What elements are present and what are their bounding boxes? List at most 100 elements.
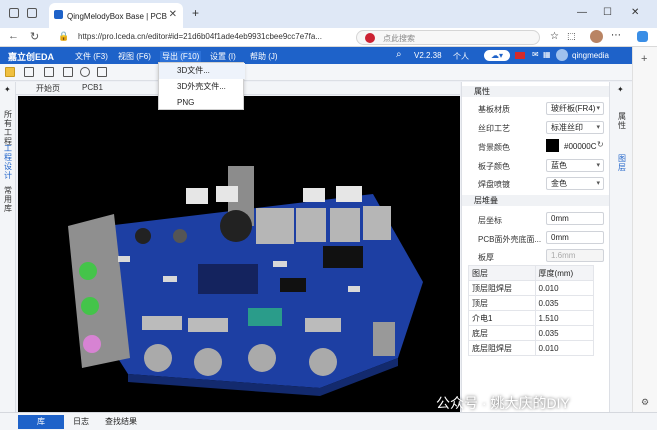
browser-search-input[interactable]: 点此搜索	[356, 30, 540, 45]
chevron-down-icon: ▾	[596, 124, 600, 131]
pcb-3d-viewport[interactable]	[18, 96, 460, 412]
maximize-icon[interactable]: ☐	[603, 7, 612, 18]
personal-dropdown[interactable]: 个人	[453, 51, 469, 62]
section-properties[interactable]: 属性	[462, 86, 610, 97]
refresh-icon[interactable]: ↻	[30, 30, 39, 43]
app-logo: 嘉立创EDA	[8, 52, 55, 62]
tab-favicon-icon	[54, 10, 63, 19]
search-engine-icon	[365, 33, 375, 43]
field-label: 板子颜色	[478, 162, 510, 171]
back-icon[interactable]: ←	[8, 30, 19, 42]
chevron-down-icon: ▾	[596, 162, 600, 169]
tab-title: QingMelodyBox Base | PCB1 | 嘉立	[67, 12, 167, 21]
export-3d-shell-file[interactable]: 3D外壳文件...	[159, 79, 245, 95]
menu-file[interactable]: 文件 (F3)	[75, 51, 108, 62]
field-label: 层坐标	[478, 216, 502, 225]
menu-help[interactable]: 帮助 (J)	[250, 51, 278, 62]
background-color-swatch[interactable]	[546, 139, 559, 152]
new-tab-icon[interactable]: +	[192, 6, 199, 20]
section-stack[interactable]: 层堆叠	[462, 195, 610, 206]
export-dropdown: 3D文件... 3D外壳文件... PNG	[158, 62, 245, 111]
silkscreen-select[interactable]: 标准丝印 ▾	[546, 121, 604, 134]
user-avatar[interactable]	[556, 49, 568, 61]
background-color-value[interactable]: #00000C	[564, 142, 596, 151]
table-row: 底层阻焊层 0.010	[468, 340, 595, 356]
close-window-icon[interactable]: ✕	[631, 7, 639, 18]
settings-icon[interactable]	[80, 67, 90, 77]
search-placeholder: 点此搜索	[383, 34, 415, 43]
browser-sidebar: + ⚙	[632, 47, 657, 412]
table-header-row: 图层 厚度(mm)	[468, 265, 595, 281]
export-png[interactable]: PNG	[159, 95, 245, 111]
menu-export[interactable]: 导出 (F10)	[160, 51, 202, 62]
table-header: 图层	[468, 265, 536, 281]
search-icon[interactable]: ⌕	[396, 49, 402, 60]
chevron-down-icon: ▾	[596, 180, 600, 187]
board-color-select[interactable]: 蓝色 ▾	[546, 159, 604, 172]
favorites-icon[interactable]: ☆	[550, 31, 559, 42]
copy-icon[interactable]	[24, 67, 34, 77]
sidebar-settings-icon[interactable]: ⚙	[641, 397, 649, 408]
field-label: 背景颜色	[478, 143, 510, 152]
close-tab-icon[interactable]: ✕	[169, 9, 177, 20]
browser-tab[interactable]: QingMelodyBox Base | PCB1 | 嘉立 ✕	[49, 3, 183, 28]
field-label: PCB面外壳底面...	[478, 235, 542, 244]
table-row: 顶层 0.035	[468, 295, 595, 311]
folder-icon[interactable]	[5, 67, 15, 77]
toolbar	[0, 64, 632, 81]
rail-all-projects[interactable]: 所有工程	[3, 110, 13, 146]
message-icon[interactable]: ✉	[532, 50, 539, 59]
view-icon[interactable]	[97, 67, 107, 77]
tab-pcb1[interactable]: PCB1	[82, 83, 103, 92]
layer-stack-table: 图层 厚度(mm) 顶层阻焊层 0.010 顶层 0.035 介电1 1.510 底层…	[468, 265, 595, 356]
layers-icon[interactable]	[63, 67, 73, 77]
shell-bottom-input[interactable]: 0mm	[546, 231, 604, 244]
watermark: 公众号 · 姚大庆的DIY	[436, 395, 570, 411]
chevron-down-icon: ▾	[596, 105, 600, 112]
flag-icon[interactable]	[515, 52, 525, 59]
menu-icon[interactable]: ⋯	[611, 30, 621, 41]
apps-icon[interactable]: ▦	[543, 50, 551, 59]
bottom-panel-tabs: 库 日志 查找结果	[0, 412, 657, 430]
rail-project-design[interactable]: 工程设计	[3, 144, 13, 180]
minimize-icon[interactable]: —	[577, 7, 587, 18]
address-bar: ← ↻ 🔒 https://pro.lceda.cn/editor#id=21d…	[0, 28, 657, 47]
profile-avatar[interactable]	[590, 30, 603, 43]
user-name[interactable]: qingmedia	[572, 51, 609, 60]
field-label: 丝印工艺	[478, 124, 510, 133]
tab-search-results[interactable]: 查找结果	[98, 415, 144, 429]
menu-view[interactable]: 视图 (F6)	[118, 51, 151, 62]
tab-start-page[interactable]: 开始页	[36, 83, 60, 94]
pin-icon[interactable]: ✦	[617, 85, 624, 94]
copilot-icon[interactable]	[637, 31, 648, 42]
export-3d-file[interactable]: 3D文件...	[159, 63, 245, 79]
board-thickness-input: 1.6mm	[546, 249, 604, 262]
pin-icon[interactable]: ✦	[4, 85, 11, 94]
workspaces-icon[interactable]	[9, 8, 19, 18]
left-rail: ✦ 所有工程 工程设计 常用库	[0, 82, 16, 412]
rail-properties[interactable]: 属性	[617, 112, 627, 130]
right-rail: ✦ 属性 图层	[609, 82, 632, 412]
table-row: 底层 0.035	[468, 325, 595, 341]
extensions-icon[interactable]: ⬚	[567, 31, 576, 42]
property-panel: 属性 基板材质 玻纤板(FR4) ▾ 丝印工艺 标准丝印 ▾ 背景颜色 #00000…	[461, 82, 610, 412]
cloud-upload-icon[interactable]: ☁▾	[484, 50, 510, 61]
pad-finish-select[interactable]: 金色 ▾	[546, 177, 604, 190]
substrate-select[interactable]: 玻纤板(FR4) ▾	[546, 102, 604, 115]
reset-icon[interactable]: ↻	[597, 140, 604, 149]
table-row: 顶层阻焊层 0.010	[468, 280, 595, 296]
menu-settings[interactable]: 设置 (I)	[210, 51, 236, 62]
app-menubar: 嘉立创EDA 文件 (F3) 视图 (F6) 导出 (F10) 设置 (I) 帮…	[0, 47, 632, 64]
lock-icon[interactable]: 🔒	[58, 31, 69, 42]
table-row: 介电1 1.510	[468, 310, 595, 326]
url-field[interactable]: https://pro.lceda.cn/editor#id=21d6b04f1…	[78, 32, 338, 41]
rail-common-library[interactable]: 常用库	[3, 186, 13, 213]
field-label: 板厚	[478, 253, 494, 262]
field-label: 基板材质	[478, 105, 510, 114]
image-icon[interactable]	[44, 67, 54, 77]
tab-actions-icon[interactable]	[27, 8, 37, 18]
field-label: 焊盘喷镀	[478, 180, 510, 189]
rail-layers[interactable]: 图层	[617, 154, 627, 172]
add-icon[interactable]: +	[641, 53, 647, 65]
layer-coordinate-input[interactable]: 0mm	[546, 212, 604, 225]
